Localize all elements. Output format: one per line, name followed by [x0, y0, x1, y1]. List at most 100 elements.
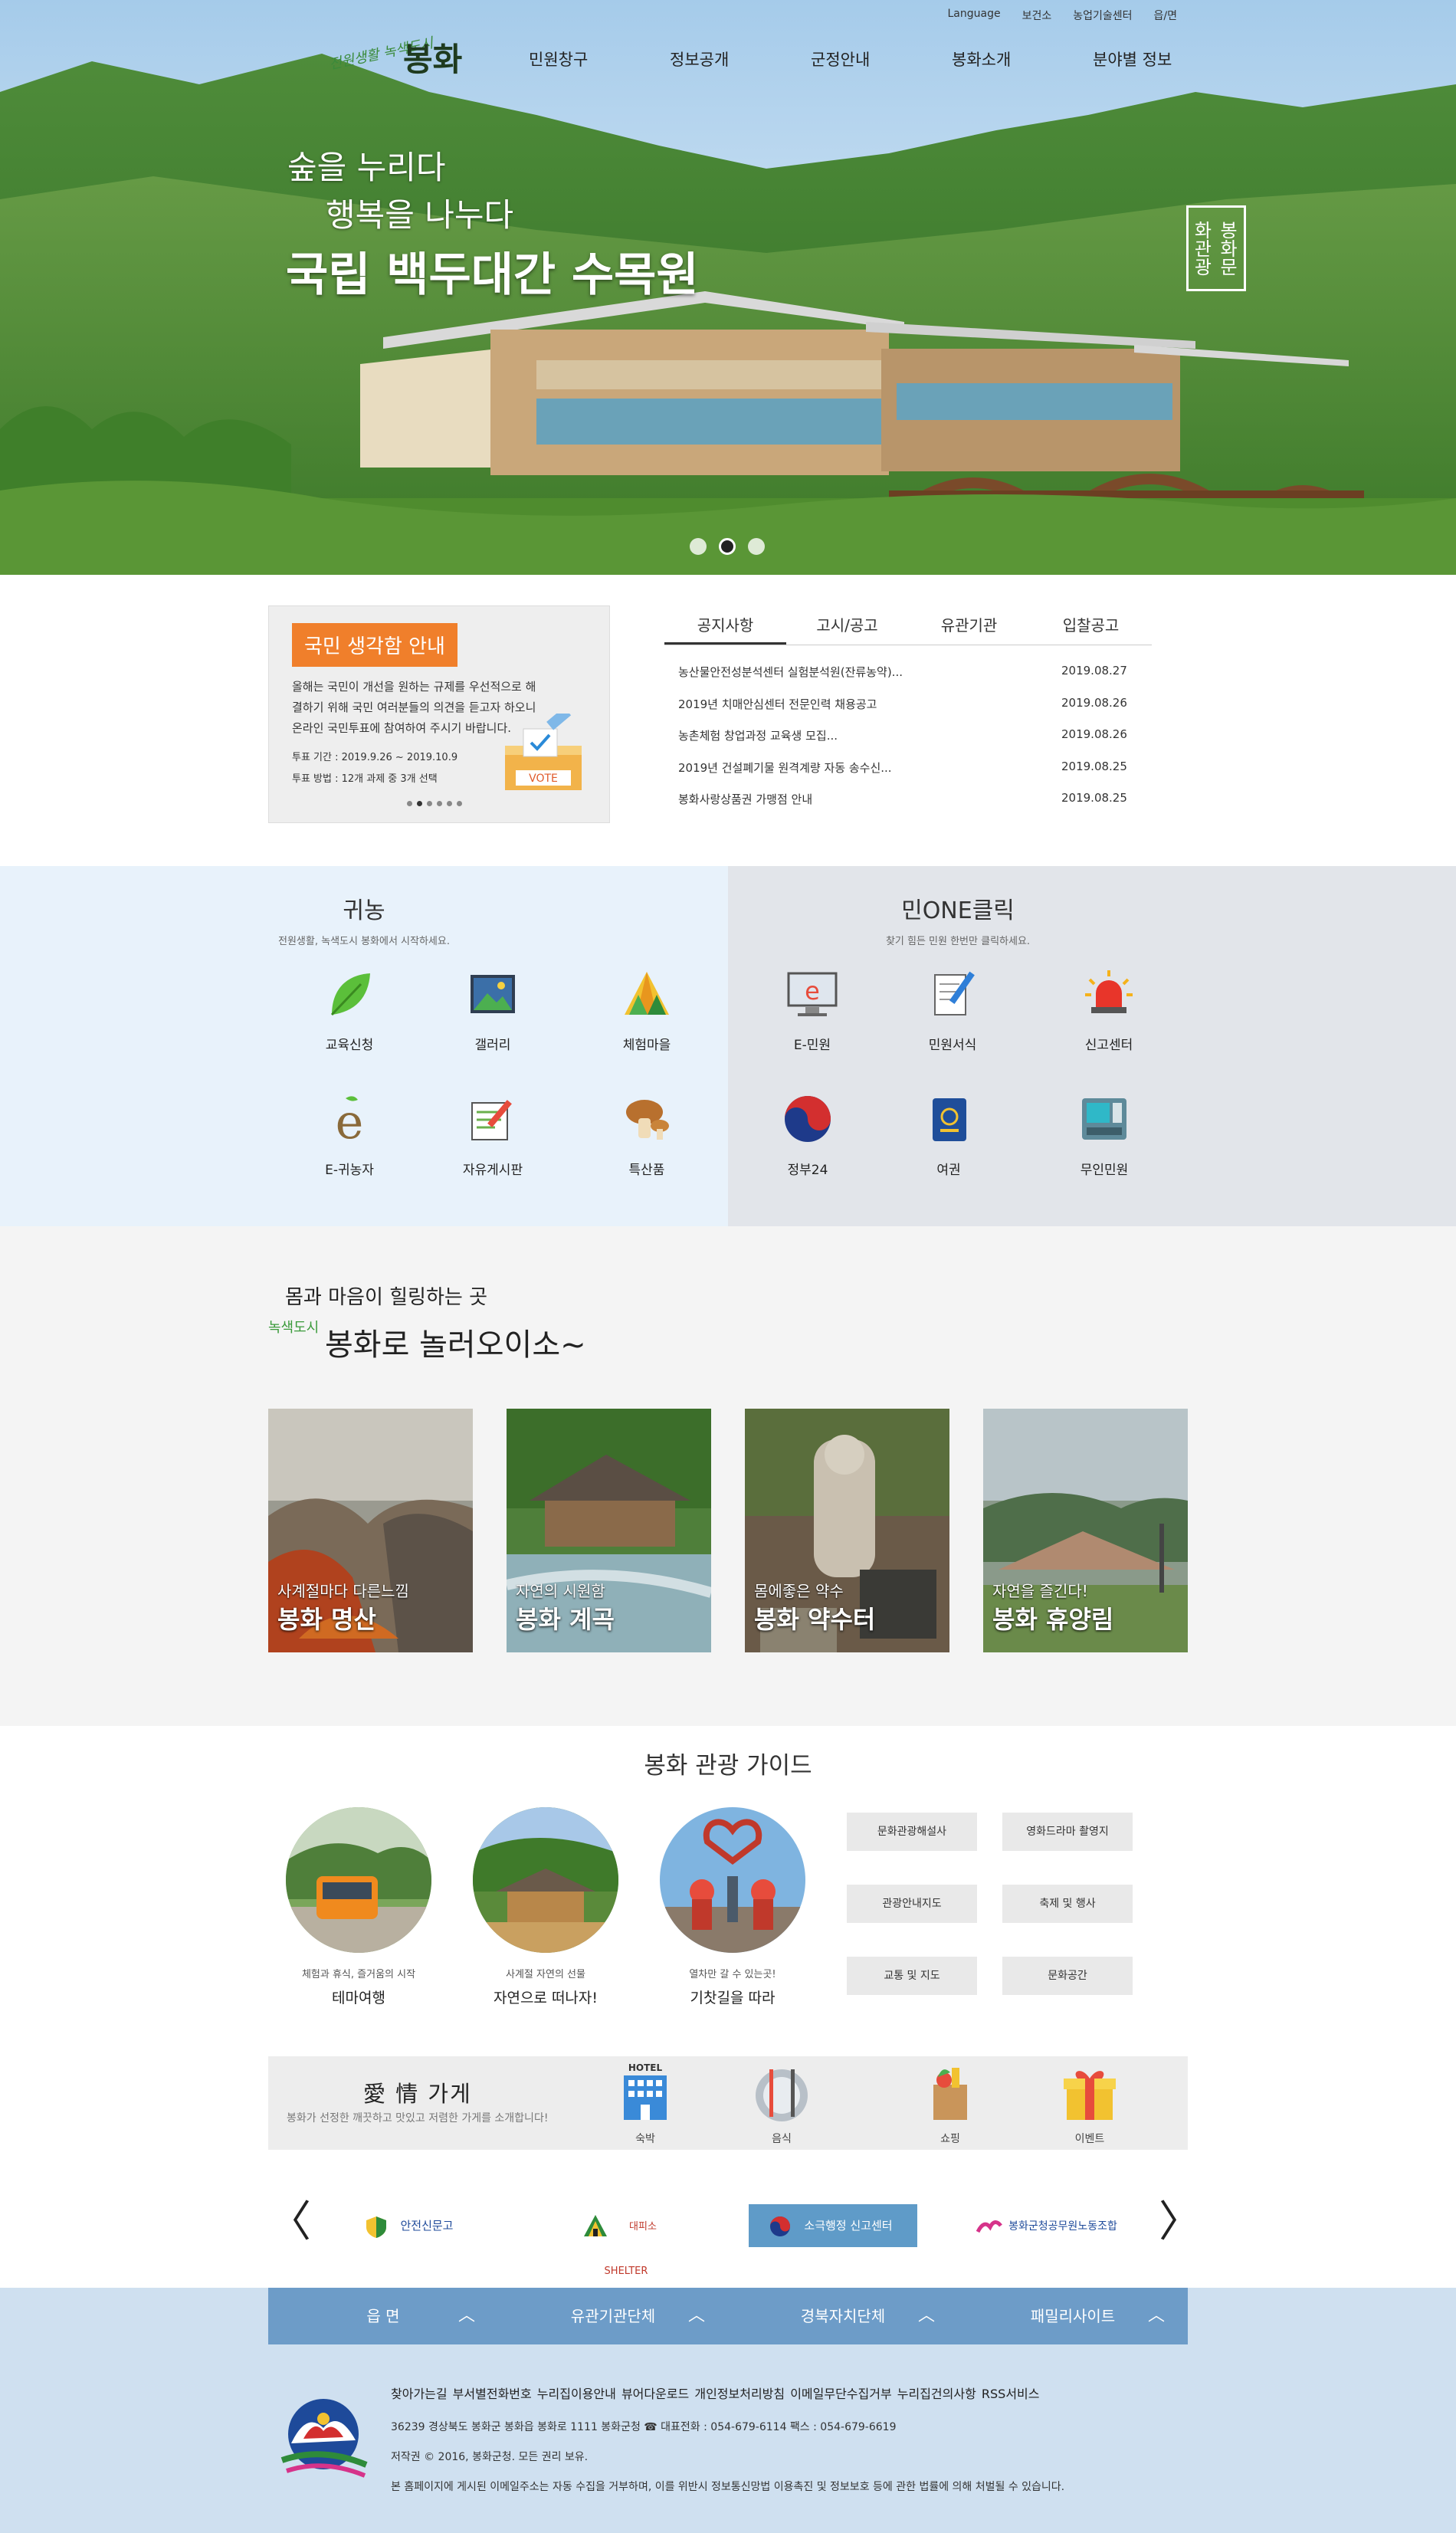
quick-passport[interactable]: 여권 — [903, 1092, 995, 1178]
news-row[interactable]: 봉화사랑상품권 가맹점 안내 2019.08.25 — [678, 791, 1153, 823]
guide-button-tour-map[interactable]: 관광안내지도 — [847, 1885, 977, 1923]
utility-link-agri-center[interactable]: 농업기술센터 — [1062, 8, 1143, 23]
banner-prev-arrow[interactable]: 〈 — [268, 2200, 311, 2246]
grocery-bag-icon — [933, 2068, 967, 2120]
utility-link-town[interactable]: 읍/면 — [1143, 8, 1188, 23]
pager-dot[interactable] — [457, 801, 462, 806]
healing-line-2: 봉화로 놀러오이소~ — [325, 1327, 586, 1363]
news-title[interactable]: 2019년 건설폐기물 원격계량 자동 송수신... — [678, 760, 892, 792]
vote-period: 투표 기간 : 2019.9.26 ~ 2019.10.9 — [292, 752, 458, 763]
news-row[interactable]: 농산물안전성분석센터 실험분석원(잔류농약)... 2019.08.27 — [678, 664, 1153, 696]
gwinong-title: 귀농 — [343, 897, 385, 924]
banner-passive-admin-report[interactable]: 소극행정 신고센터 — [749, 2204, 917, 2247]
circle-nature[interactable] — [473, 1807, 618, 1953]
news-date: 2019.08.25 — [1061, 791, 1127, 805]
vote-notice-card[interactable]: 국민 생각함 안내 올해는 국민이 개선을 원하는 규제를 우선적으로 해결하기… — [268, 605, 610, 823]
circle-railroad[interactable] — [660, 1807, 805, 1953]
quick-education[interactable]: 교육신청 — [303, 967, 395, 1053]
banner-next-arrow[interactable]: 〉 — [1159, 2200, 1202, 2246]
nav-item-civil[interactable]: 민원창구 — [529, 48, 670, 71]
vote-label: VOTE — [529, 773, 558, 785]
pager-dot-active[interactable] — [417, 801, 422, 806]
tab-announcement[interactable]: 고시/공고 — [786, 605, 908, 645]
quick-board[interactable]: 자유게시판 — [447, 1092, 539, 1178]
quick-e-minwon[interactable]: e E-민원 — [766, 967, 858, 1053]
quick-label: 자유게시판 — [462, 1163, 523, 1178]
news-row[interactable]: 2019년 치매안심센터 전문인력 채용공고 2019.08.26 — [678, 696, 1153, 728]
quick-e-farmer[interactable]: e E-귀농자 — [303, 1092, 395, 1178]
quick-kiosk[interactable]: 무인민원 — [1058, 1092, 1150, 1178]
shop-food[interactable]: 음식 — [743, 2062, 820, 2146]
quick-gallery[interactable]: 갤러리 — [447, 967, 539, 1053]
quick-specialty[interactable]: 특산품 — [601, 1092, 693, 1178]
utility-links: Language 보건소 농업기술센터 읍/면 — [937, 8, 1189, 23]
card-valley[interactable]: 자연의 시원함 봉화 계곡 — [507, 1409, 711, 1652]
pager-dot[interactable] — [407, 801, 412, 806]
banner-label: 봉화군청공무원노동조합 — [1008, 2220, 1117, 2233]
gwinong-subtitle: 전원생활, 녹색도시 봉화에서 시작하세요. — [278, 936, 450, 947]
pager-dot[interactable] — [427, 801, 432, 806]
shop-event[interactable]: 이벤트 — [1051, 2062, 1128, 2146]
nav-item-intro[interactable]: 봉화소개 — [952, 48, 1093, 71]
shop-lodging[interactable]: HOTEL 숙박 — [607, 2062, 684, 2146]
tab-bidding[interactable]: 입찰공고 — [1030, 605, 1152, 645]
nav-item-fields[interactable]: 분야별 정보 — [1093, 48, 1234, 71]
banner-safety-report[interactable]: 안전신문고 — [360, 2204, 467, 2247]
pager-dot[interactable] — [447, 801, 452, 806]
guide-button-transport[interactable]: 교통 및 지도 — [847, 1957, 977, 1995]
quick-gov24[interactable]: 정부24 — [762, 1092, 854, 1178]
guide-button-festivals[interactable]: 축제 및 행사 — [1002, 1885, 1133, 1923]
quick-forms[interactable]: 민원서식 — [907, 967, 999, 1053]
chevron-up-icon: ︿ — [917, 2306, 935, 2325]
footer-nav-governments[interactable]: 경북자치단체 ︿ — [728, 2288, 958, 2344]
kiosk-icon — [1082, 1098, 1126, 1140]
quick-label: E-민원 — [793, 1038, 831, 1053]
slide-dot[interactable] — [748, 538, 765, 555]
notice-pager — [407, 801, 462, 806]
guide-button-culture-space[interactable]: 문화공간 — [1002, 1957, 1133, 1995]
svg-text:e: e — [805, 976, 820, 1006]
card-spring[interactable]: 몸에좋은 약수 봉화 약수터 — [745, 1409, 949, 1652]
news-title[interactable]: 2019년 치매안심센터 전문인력 채용공고 — [678, 696, 877, 728]
circle-title: 자연으로 떠나자! — [493, 1990, 598, 2006]
footer-nav-label: 패밀리사이트 — [1030, 2307, 1116, 2325]
quick-report-center[interactable]: 신고센터 — [1063, 967, 1155, 1053]
card-mountain[interactable]: 사계절마다 다른느낌 봉화 명산 — [268, 1409, 473, 1652]
quick-village[interactable]: 체험마을 — [601, 967, 693, 1053]
banner-union[interactable]: 봉화군청공무원노동조합 — [973, 2204, 1126, 2247]
footer-nav-towns[interactable]: 읍 면 ︿ — [268, 2288, 498, 2344]
news-date: 2019.08.26 — [1061, 695, 1127, 710]
utility-link-health-center[interactable]: 보건소 — [1012, 8, 1063, 23]
news-row[interactable]: 2019년 건설폐기물 원격계량 자동 송수신... 2019.08.25 — [678, 760, 1153, 792]
tab-related-orgs[interactable]: 유관기관 — [908, 605, 1030, 645]
footer-nav-orgs[interactable]: 유관기관단체 ︿ — [498, 2288, 728, 2344]
news-row[interactable]: 농촌체험 창업과정 교육생 모집... 2019.08.26 — [678, 727, 1153, 760]
nav-item-county[interactable]: 군정안내 — [811, 48, 952, 71]
site-logo[interactable]: 전원생활 녹색도시 봉화 — [313, 31, 466, 84]
slide-dot-active[interactable] — [719, 538, 736, 555]
footer-copyright: 저작권 © 2016, 봉화군청. 모든 권리 보유. — [391, 2451, 589, 2463]
circle-subtitle: 체험과 휴식, 즐거움의 시작 — [301, 1969, 416, 1980]
footer-links[interactable]: 찾아가는길 부서별전화번호 누리집이용안내 뷰어다운로드 개인정보처리방침 이메… — [391, 2384, 1039, 2402]
footer-nav-family-sites[interactable]: 패밀리사이트 ︿ — [958, 2288, 1188, 2344]
circle-label: 체험과 휴식, 즐거움의 시작 테마여행 — [267, 1966, 451, 2007]
union-logo-icon — [976, 2220, 1002, 2233]
card-forest[interactable]: 자연을 즐긴다! 봉화 휴양림 — [983, 1409, 1188, 1652]
card-title: 봉화 계곡 — [516, 1605, 615, 1634]
news-title[interactable]: 농산물안전성분석센터 실험분석원(잔류농약)... — [678, 664, 903, 696]
mushroom-icon — [626, 1100, 669, 1140]
nav-item-disclosure[interactable]: 정보공개 — [670, 48, 811, 71]
slide-dot[interactable] — [690, 538, 707, 555]
circle-theme-travel[interactable] — [286, 1807, 431, 1953]
guide-button-tour-guide[interactable]: 문화관광해설사 — [847, 1813, 977, 1851]
footer-nav: 읍 면 ︿ 유관기관단체 ︿ 경북자치단체 ︿ 패밀리사이트 ︿ — [268, 2288, 1188, 2344]
guide-button-filming-sites[interactable]: 영화드라마 촬영지 — [1002, 1813, 1133, 1851]
news-title[interactable]: 농촌체험 창업과정 교육생 모집... — [678, 727, 838, 760]
utility-link-language[interactable]: Language — [937, 8, 1012, 23]
card-title: 봉화 약수터 — [754, 1605, 876, 1634]
shop-shopping[interactable]: 쇼핑 — [912, 2062, 989, 2146]
pager-dot[interactable] — [437, 801, 442, 806]
tab-notice[interactable]: 공지사항 — [664, 605, 786, 645]
news-title[interactable]: 봉화사랑상품권 가맹점 안내 — [678, 791, 812, 823]
banner-shelter[interactable]: 대피소 SHELTER — [576, 2204, 676, 2277]
